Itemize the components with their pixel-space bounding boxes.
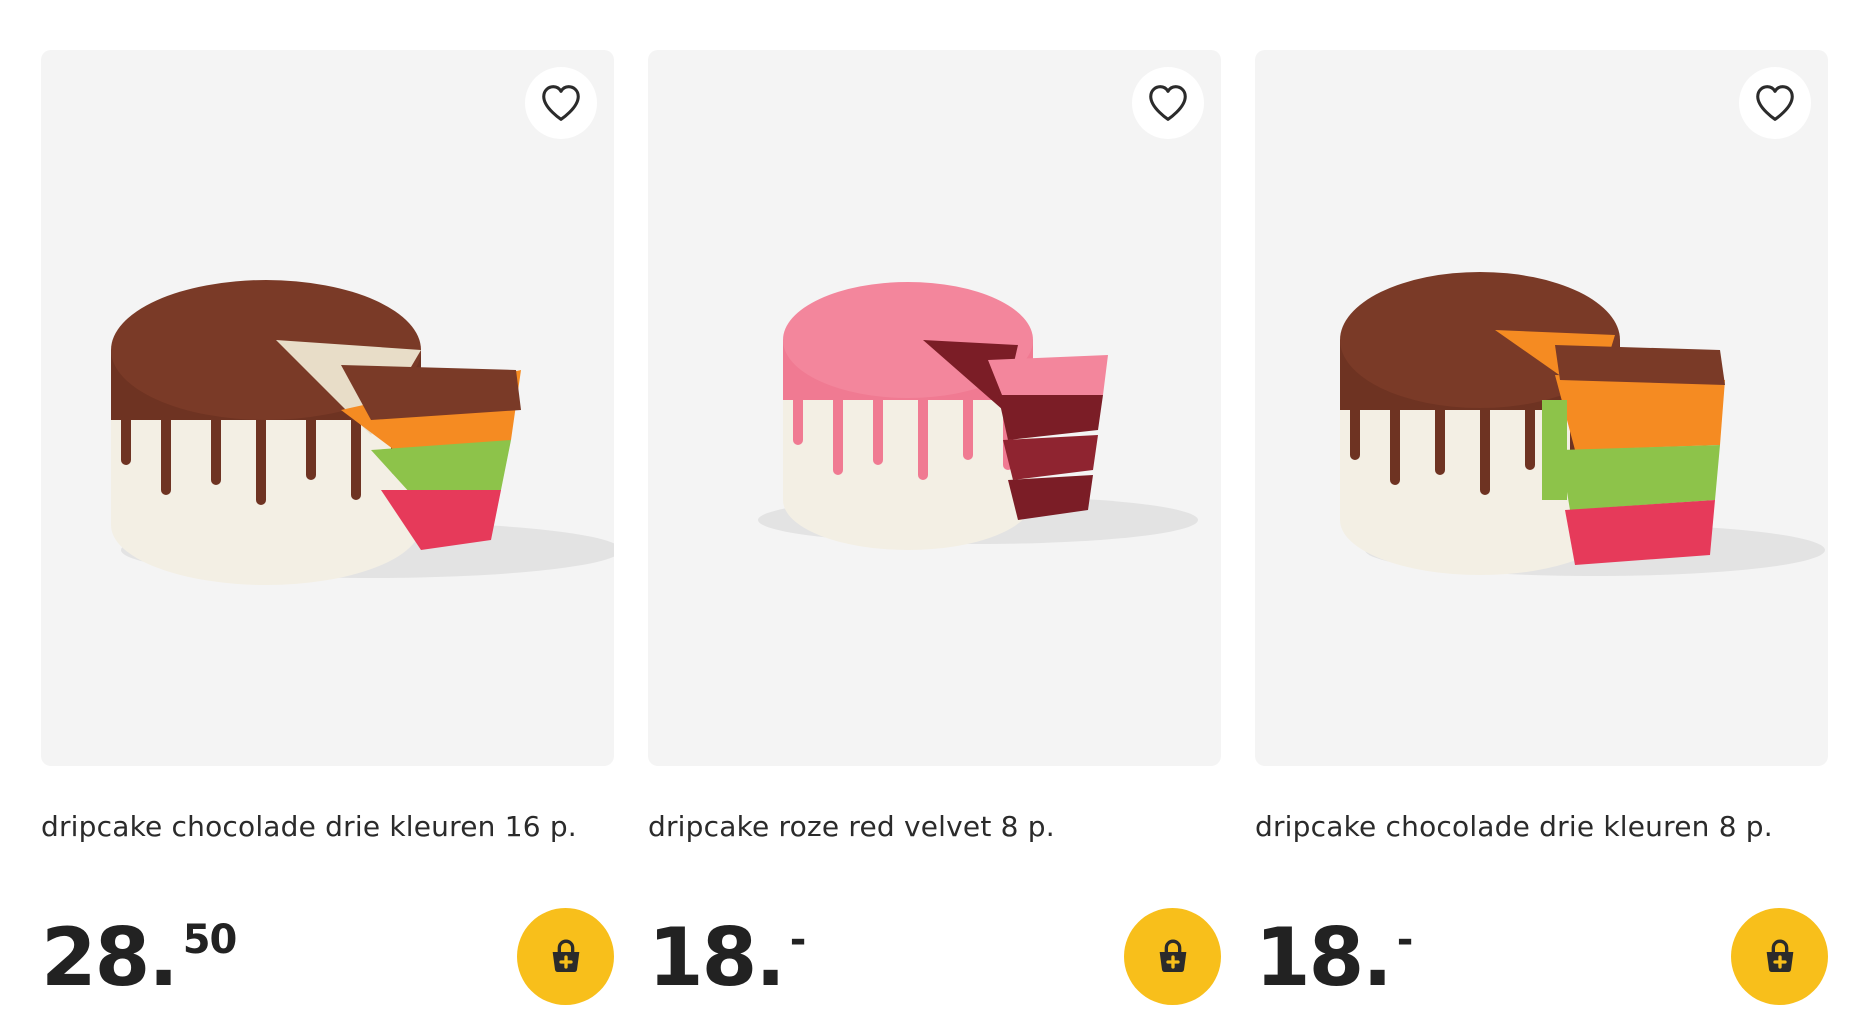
price-main: 18. [1255, 911, 1393, 1004]
product-price: 18. - [1255, 911, 1414, 1004]
price-decimals: 50 [182, 917, 238, 963]
heart-outline-icon [1752, 80, 1798, 126]
product-card[interactable]: dripcake chocolade drie kleuren 16 p. 28… [41, 50, 614, 1008]
price-row: 28. 50 [41, 908, 614, 1008]
product-title[interactable]: dripcake chocolade drie kleuren 8 p. [1255, 810, 1828, 850]
favorite-button[interactable] [1739, 67, 1811, 139]
product-title[interactable]: dripcake chocolade drie kleuren 16 p. [41, 810, 614, 850]
heart-outline-icon [538, 80, 584, 126]
price-main: 18. [648, 911, 786, 1004]
heart-outline-icon [1145, 80, 1191, 126]
basket-plus-icon [546, 937, 586, 977]
product-image[interactable] [648, 50, 1221, 766]
chocolate-drip-rainbow-cake-image [111, 280, 614, 585]
basket-plus-icon [1153, 937, 1193, 977]
product-card[interactable]: dripcake chocolade drie kleuren 8 p. 18.… [1255, 50, 1828, 1008]
price-row: 18. - [1255, 908, 1828, 1008]
chocolate-drip-rainbow-cake-small-image [1340, 272, 1825, 576]
add-to-cart-button[interactable] [517, 908, 614, 1005]
product-price: 28. 50 [41, 911, 238, 1004]
product-title[interactable]: dripcake roze red velvet 8 p. [648, 810, 1221, 850]
product-price: 18. - [648, 911, 807, 1004]
add-to-cart-button[interactable] [1124, 908, 1221, 1005]
product-card[interactable]: dripcake roze red velvet 8 p. 18. - [648, 50, 1221, 1008]
product-grid: dripcake chocolade drie kleuren 16 p. 28… [41, 50, 1828, 1008]
price-decimals: - [789, 917, 807, 963]
product-image[interactable] [41, 50, 614, 766]
price-main: 28. [41, 911, 179, 1004]
product-image[interactable] [1255, 50, 1828, 766]
pink-red-velvet-drip-cake-image [758, 282, 1198, 550]
favorite-button[interactable] [1132, 67, 1204, 139]
price-decimals: - [1396, 917, 1414, 963]
add-to-cart-button[interactable] [1731, 908, 1828, 1005]
price-row: 18. - [648, 908, 1221, 1008]
basket-plus-icon [1760, 937, 1800, 977]
favorite-button[interactable] [525, 67, 597, 139]
